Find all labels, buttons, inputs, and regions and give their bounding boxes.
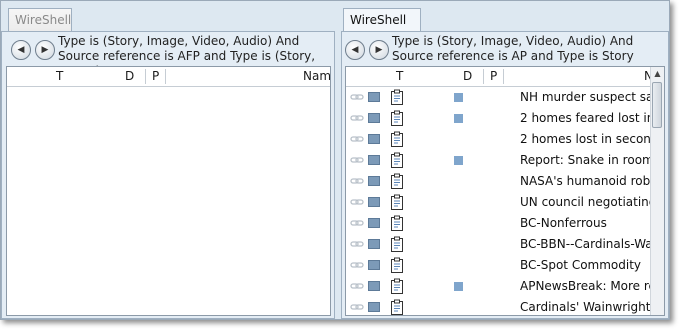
- list-item[interactable]: NASA's humanoid robot: [346, 171, 664, 192]
- right-content: ◀ ▶ Type is (Story, Image, Video, Audio)…: [341, 31, 669, 319]
- link-chain-icon: [350, 262, 364, 268]
- link-chain-icon: [350, 136, 364, 142]
- clipboard-story-icon: [391, 131, 403, 147]
- tab-wireshell-left[interactable]: WireShell: [8, 8, 72, 31]
- story-title: BC-BBN--Cardinals-Wain: [520, 237, 664, 251]
- clipboard-story-icon: [391, 152, 403, 168]
- image-icon: [368, 218, 380, 228]
- image-icon: [368, 302, 380, 312]
- column-separator[interactable]: [145, 69, 146, 84]
- story-title: Cardinals' Wainwright rep: [520, 300, 665, 314]
- list-item[interactable]: APNewsBreak: More revi: [346, 276, 664, 297]
- clipboard-story-icon: [391, 257, 403, 273]
- column-separator[interactable]: [483, 69, 484, 84]
- column-header-p[interactable]: P: [490, 69, 497, 83]
- d-marker: [454, 93, 463, 102]
- column-header-d[interactable]: D: [463, 69, 472, 83]
- image-icon: [368, 239, 380, 249]
- results-grid[interactable]: T D P Nam: [6, 66, 331, 316]
- list-item[interactable]: 2 homes feared lost in se: [346, 108, 664, 129]
- clipboard-story-icon: [391, 215, 403, 231]
- column-header-type[interactable]: T: [396, 69, 403, 83]
- clipboard-story-icon: [391, 236, 403, 252]
- results-grid[interactable]: T D P N NH murder suspect says 2 homes f…: [345, 66, 665, 316]
- list-item[interactable]: UN council negotiating n: [346, 192, 664, 213]
- story-title: 2 homes lost in second C: [520, 132, 665, 146]
- image-icon: [368, 176, 380, 186]
- story-title: NASA's humanoid robot: [520, 174, 663, 188]
- tab-label: WireShell: [350, 13, 407, 27]
- forward-button[interactable]: ▶: [369, 40, 389, 60]
- link-chain-icon: [350, 115, 364, 121]
- clipboard-story-icon: [391, 89, 403, 105]
- grid-header: T D P N: [346, 67, 664, 87]
- clipboard-story-icon: [391, 278, 403, 294]
- clipboard-story-icon: [391, 110, 403, 126]
- tab-label: WireShell: [15, 13, 72, 27]
- link-chain-icon: [350, 304, 364, 310]
- link-chain-icon: [350, 220, 364, 226]
- image-icon: [368, 155, 380, 165]
- left-arrow-icon: ◀: [17, 45, 25, 55]
- image-icon: [368, 260, 380, 270]
- column-header-type[interactable]: T: [56, 69, 63, 83]
- story-title: UN council negotiating n: [520, 195, 665, 209]
- d-marker: [454, 114, 463, 123]
- column-header-p[interactable]: P: [152, 69, 159, 83]
- scroll-thumb[interactable]: [652, 82, 662, 128]
- link-chain-icon: [350, 241, 364, 247]
- column-header-d[interactable]: D: [125, 69, 134, 83]
- column-header-name[interactable]: Nam: [303, 69, 330, 83]
- image-icon: [368, 92, 380, 102]
- column-separator[interactable]: [503, 69, 504, 84]
- back-button[interactable]: ◀: [345, 40, 365, 60]
- list-item[interactable]: BC-BBN--Cardinals-Wain: [346, 234, 664, 255]
- d-marker: [454, 282, 463, 291]
- vertical-scrollbar[interactable]: ▲: [650, 67, 664, 315]
- left-arrow-icon: ◀: [351, 45, 359, 55]
- image-icon: [368, 281, 380, 291]
- link-chain-icon: [350, 157, 364, 163]
- story-title: 2 homes feared lost in se: [520, 111, 665, 125]
- image-icon: [368, 134, 380, 144]
- clipboard-story-icon: [391, 299, 403, 315]
- link-chain-icon: [350, 94, 364, 100]
- story-title: Report: Snake in room ad: [520, 153, 665, 167]
- link-chain-icon: [350, 199, 364, 205]
- right-arrow-icon: ▶: [41, 45, 49, 55]
- list-item[interactable]: BC-Spot Commodity: [346, 255, 664, 276]
- back-button[interactable]: ◀: [11, 40, 31, 60]
- list-item[interactable]: BC-Nonferrous: [346, 213, 664, 234]
- link-chain-icon: [350, 283, 364, 289]
- image-icon: [368, 113, 380, 123]
- clipboard-story-icon: [391, 194, 403, 210]
- left-content: ◀ ▶ Type is (Story, Image, Video, Audio)…: [1, 31, 335, 319]
- query-text: Type is (Story, Image, Video, Audio) And…: [392, 34, 634, 63]
- list-item[interactable]: NH murder suspect says: [346, 87, 664, 108]
- story-title: NH murder suspect says: [520, 90, 665, 104]
- tab-wireshell-right[interactable]: WireShell ×: [343, 8, 421, 49]
- d-marker: [454, 156, 463, 165]
- list-item[interactable]: 2 homes lost in second C: [346, 129, 664, 150]
- image-icon: [368, 197, 380, 207]
- story-title: BC-Spot Commodity: [520, 258, 642, 272]
- story-title: APNewsBreak: More revi: [520, 279, 665, 293]
- forward-button[interactable]: ▶: [35, 40, 55, 60]
- list-item[interactable]: Cardinals' Wainwright rep: [346, 297, 665, 315]
- left-pane: WireShell ◀ ▶ Type is (Story, Image, Vid…: [1, 1, 335, 319]
- column-separator[interactable]: [165, 69, 166, 84]
- clipboard-story-icon: [391, 173, 403, 189]
- scroll-up-icon[interactable]: ▲: [653, 69, 662, 79]
- grid-header: T D P Nam: [7, 67, 330, 87]
- list-item[interactable]: Report: Snake in room ad: [346, 150, 664, 171]
- app-frame: WireShell ◀ ▶ Type is (Story, Image, Vid…: [0, 0, 670, 320]
- story-title: BC-Nonferrous: [520, 216, 607, 230]
- right-arrow-icon: ▶: [375, 45, 383, 55]
- link-chain-icon: [350, 178, 364, 184]
- right-pane: WireShell × ◀ ▶ Type is (Story, Image, V…: [341, 1, 669, 319]
